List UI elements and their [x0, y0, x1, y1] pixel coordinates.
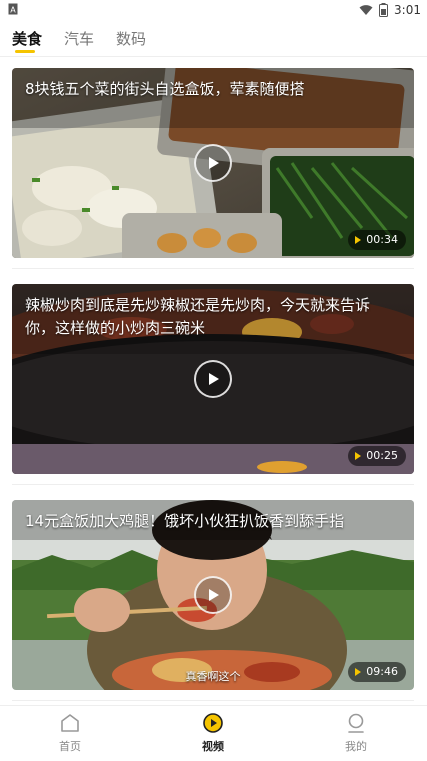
status-bar: A 3:01	[0, 0, 427, 20]
video-duration: 00:34	[348, 230, 406, 250]
divider	[12, 268, 414, 269]
play-button[interactable]	[194, 144, 232, 182]
duration-play-icon	[355, 668, 362, 676]
play-icon	[209, 589, 219, 601]
play-button[interactable]	[194, 576, 232, 614]
nav-video[interactable]: 视频	[183, 712, 243, 754]
battery-icon	[379, 3, 389, 17]
video-card[interactable]: 辣椒炒肉到底是先炒辣椒还是先炒肉，今天就来告诉你，这样做的小炒肉三碗米 00:2…	[12, 284, 414, 474]
active-tab-indicator	[15, 50, 35, 53]
home-icon	[61, 714, 79, 732]
status-time: 3:01	[394, 3, 421, 17]
play-icon	[209, 157, 219, 169]
tab-food[interactable]: 美食	[12, 28, 42, 49]
video-title: 8块钱五个菜的街头自选盒饭，荤素随便搭	[25, 80, 305, 98]
svg-text:A: A	[10, 6, 16, 15]
video-title: 14元盒饭加大鸡腿！饿坏小伙狂扒饭香到舔手指	[25, 512, 345, 530]
tab-cars[interactable]: 汽车	[64, 28, 94, 49]
profile-icon	[348, 713, 364, 733]
video-play-icon	[203, 713, 223, 733]
video-title: 辣椒炒肉到底是先炒辣椒还是先炒肉，今天就来告诉你，这样做的小炒肉三碗米	[25, 296, 371, 337]
duration-play-icon	[355, 236, 362, 244]
nav-home[interactable]: 首页	[40, 712, 100, 754]
tab-digital[interactable]: 数码	[116, 28, 146, 49]
divider	[12, 484, 414, 485]
wifi-icon	[359, 5, 373, 15]
divider	[12, 700, 414, 701]
video-duration: 09:46	[348, 662, 406, 682]
category-tabs: 美食 汽车 数码	[0, 22, 427, 57]
play-button[interactable]	[194, 360, 232, 398]
video-feed[interactable]: 8块钱五个菜的街头自选盒饭，荤素随便搭 00:34 辣椒炒肉到底是先炒辣椒还是先…	[0, 58, 427, 705]
video-card[interactable]: 14元盒饭加大鸡腿！饿坏小伙狂扒饭香到舔手指 真香啊这个 09:46	[12, 500, 414, 690]
nav-profile[interactable]: 我的	[326, 712, 386, 754]
video-card[interactable]: 8块钱五个菜的街头自选盒饭，荤素随便搭 00:34	[12, 68, 414, 258]
duration-play-icon	[355, 452, 362, 460]
play-icon	[209, 373, 219, 385]
video-duration: 00:25	[348, 446, 406, 466]
bottom-nav: 首页 视频 我的	[0, 705, 427, 761]
a-notification-icon: A	[8, 3, 18, 15]
